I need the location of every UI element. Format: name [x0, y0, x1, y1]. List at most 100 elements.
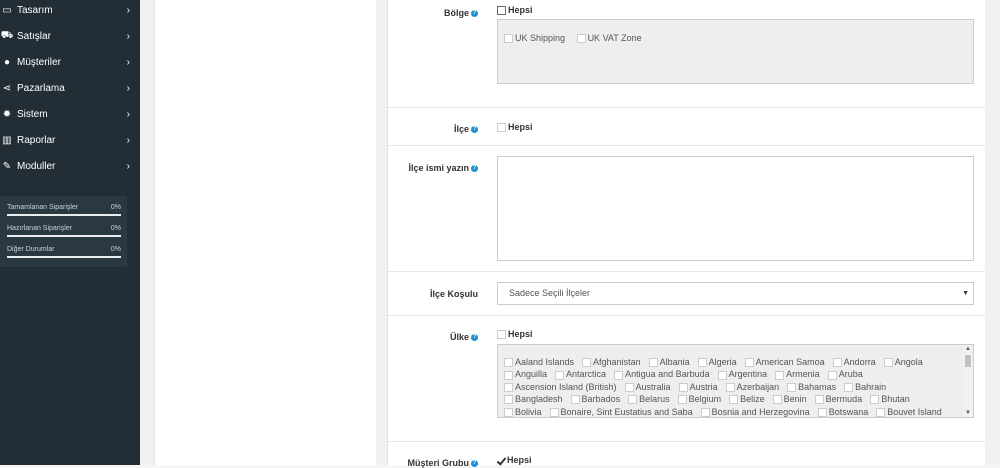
checkbox-icon[interactable]: [504, 382, 513, 392]
sidebar-item-5[interactable]: ✹ Sistem ›: [0, 101, 140, 127]
sidebar-item-7[interactable]: ✎ Moduller ›: [0, 153, 140, 179]
country-option[interactable]: Belgium: [677, 393, 721, 405]
country-option[interactable]: Antarctica: [555, 368, 606, 380]
checkbox-icon[interactable]: [497, 6, 506, 16]
country-option[interactable]: Belarus: [628, 393, 670, 405]
checkbox-icon[interactable]: [628, 395, 638, 405]
country-option[interactable]: Bangladesh: [504, 393, 563, 405]
order-stat: Tamamlanan Siparişler 0%: [0, 203, 127, 224]
country-option[interactable]: Belize: [729, 393, 765, 405]
region-option[interactable]: UK Shipping: [504, 33, 565, 44]
district-condition-select[interactable]: Sadece Seçili İlçeler ▼: [497, 282, 974, 305]
checkbox-icon[interactable]: [775, 370, 785, 380]
sidebar-item-4[interactable]: ⋖ Pazarlama ›: [0, 75, 140, 101]
scroll-up-icon[interactable]: ▲: [965, 346, 971, 352]
checkbox-icon[interactable]: [504, 395, 513, 405]
country-option[interactable]: Andorra: [832, 356, 876, 368]
caret-down-icon: ▼: [962, 290, 969, 297]
checkbox-icon[interactable]: [555, 370, 565, 380]
checkbox-icon[interactable]: [717, 370, 727, 380]
country-options-box[interactable]: Aaland Islands Afghanistan Albania Algeria A…: [497, 344, 974, 418]
customer-group-all-checkbox[interactable]: Hepsi: [497, 455, 532, 465]
divider: [388, 107, 986, 108]
checkbox-icon[interactable]: [504, 34, 513, 44]
checkbox-icon[interactable]: [614, 370, 624, 380]
scroll-thumb[interactable]: [965, 355, 971, 367]
country-option[interactable]: Bolivia: [504, 406, 542, 417]
country-option[interactable]: Bosnia and Herzegovina: [700, 406, 810, 417]
country-option[interactable]: Bouvet Island: [876, 406, 942, 417]
checkbox-icon[interactable]: [624, 382, 634, 392]
checkbox-icon[interactable]: [787, 382, 797, 392]
scroll-down-icon[interactable]: ▼: [965, 410, 971, 416]
country-option[interactable]: Argentina: [717, 368, 767, 380]
country-option[interactable]: Bhutan: [870, 393, 910, 405]
region-all-checkbox[interactable]: Hepsi: [497, 5, 533, 16]
checkbox-icon[interactable]: [497, 330, 506, 340]
help-icon[interactable]: ?: [471, 334, 478, 342]
checkbox-icon[interactable]: [729, 395, 739, 405]
checkbox-icon[interactable]: [744, 358, 754, 368]
chevron-right-icon: ›: [126, 56, 130, 68]
checkbox-icon[interactable]: [832, 358, 842, 368]
country-option[interactable]: Aaland Islands: [504, 356, 574, 368]
country-option[interactable]: Barbados: [570, 393, 620, 405]
sidebar-item-1[interactable]: ▭ Tasarım ›: [0, 0, 140, 23]
country-option[interactable]: American Samoa: [744, 356, 825, 368]
country-option[interactable]: Bahrain: [844, 381, 886, 393]
help-icon[interactable]: ?: [471, 126, 478, 134]
checkbox-icon[interactable]: [648, 358, 658, 368]
checkbox-icon[interactable]: [576, 34, 586, 44]
country-option[interactable]: Australia: [624, 381, 671, 393]
checkbox-icon[interactable]: [844, 382, 854, 392]
sidebar-item-2[interactable]: ⛟ Satışlar ›: [0, 23, 140, 49]
country-option[interactable]: Bahamas: [787, 381, 836, 393]
country-all-checkbox[interactable]: Hepsi: [497, 329, 533, 340]
country-option[interactable]: Bermuda: [814, 393, 862, 405]
checkbox-icon[interactable]: [827, 370, 837, 380]
sidebar-item-6[interactable]: ▥ Raporlar ›: [0, 127, 140, 153]
checkmark-icon[interactable]: [497, 457, 505, 465]
help-icon[interactable]: ?: [471, 10, 478, 18]
district-name-textarea[interactable]: [497, 156, 974, 261]
country-option[interactable]: Albania: [648, 356, 690, 368]
country-option[interactable]: Benin: [772, 393, 807, 405]
checkbox-icon[interactable]: [570, 395, 580, 405]
checkbox-icon[interactable]: [504, 358, 513, 368]
help-icon[interactable]: ?: [471, 460, 478, 468]
region-option[interactable]: UK VAT Zone: [576, 33, 642, 44]
checkbox-icon[interactable]: [504, 407, 513, 417]
scrollbar[interactable]: ▲ ▼: [963, 345, 973, 417]
checkbox-icon[interactable]: [678, 382, 688, 392]
checkbox-icon[interactable]: [772, 395, 782, 405]
country-option[interactable]: Armenia: [775, 368, 820, 380]
country-option[interactable]: Algeria: [697, 356, 737, 368]
checkbox-icon[interactable]: [883, 358, 893, 368]
country-option[interactable]: Austria: [678, 381, 718, 393]
checkbox-icon[interactable]: [549, 407, 559, 417]
checkbox-icon[interactable]: [504, 370, 513, 380]
sidebar-item-3[interactable]: ● Müşteriler ›: [0, 49, 140, 75]
district-all-checkbox[interactable]: Hepsi: [497, 122, 533, 133]
country-option[interactable]: Bonaire, Sint Eustatius and Saba: [549, 406, 693, 417]
country-option[interactable]: Botswana: [817, 406, 868, 417]
checkbox-icon[interactable]: [870, 395, 880, 405]
country-option[interactable]: Azerbaijan: [725, 381, 779, 393]
country-option[interactable]: Anguilla: [504, 368, 547, 380]
checkbox-icon[interactable]: [697, 358, 707, 368]
checkbox-icon[interactable]: [817, 407, 827, 417]
country-option[interactable]: Angola: [883, 356, 923, 368]
background-gap: [376, 0, 387, 465]
checkbox-icon[interactable]: [814, 395, 824, 405]
country-option[interactable]: Ascension Island (British): [504, 381, 617, 393]
country-option[interactable]: Afghanistan: [582, 356, 641, 368]
checkbox-icon[interactable]: [700, 407, 710, 417]
country-option[interactable]: Aruba: [827, 368, 863, 380]
checkbox-icon[interactable]: [677, 395, 687, 405]
checkbox-icon[interactable]: [876, 407, 886, 417]
help-icon[interactable]: ?: [471, 165, 478, 173]
checkbox-icon[interactable]: [582, 358, 592, 368]
checkbox-icon[interactable]: [725, 382, 735, 392]
country-option[interactable]: Antigua and Barbuda: [614, 368, 710, 380]
checkbox-icon[interactable]: [497, 123, 506, 133]
